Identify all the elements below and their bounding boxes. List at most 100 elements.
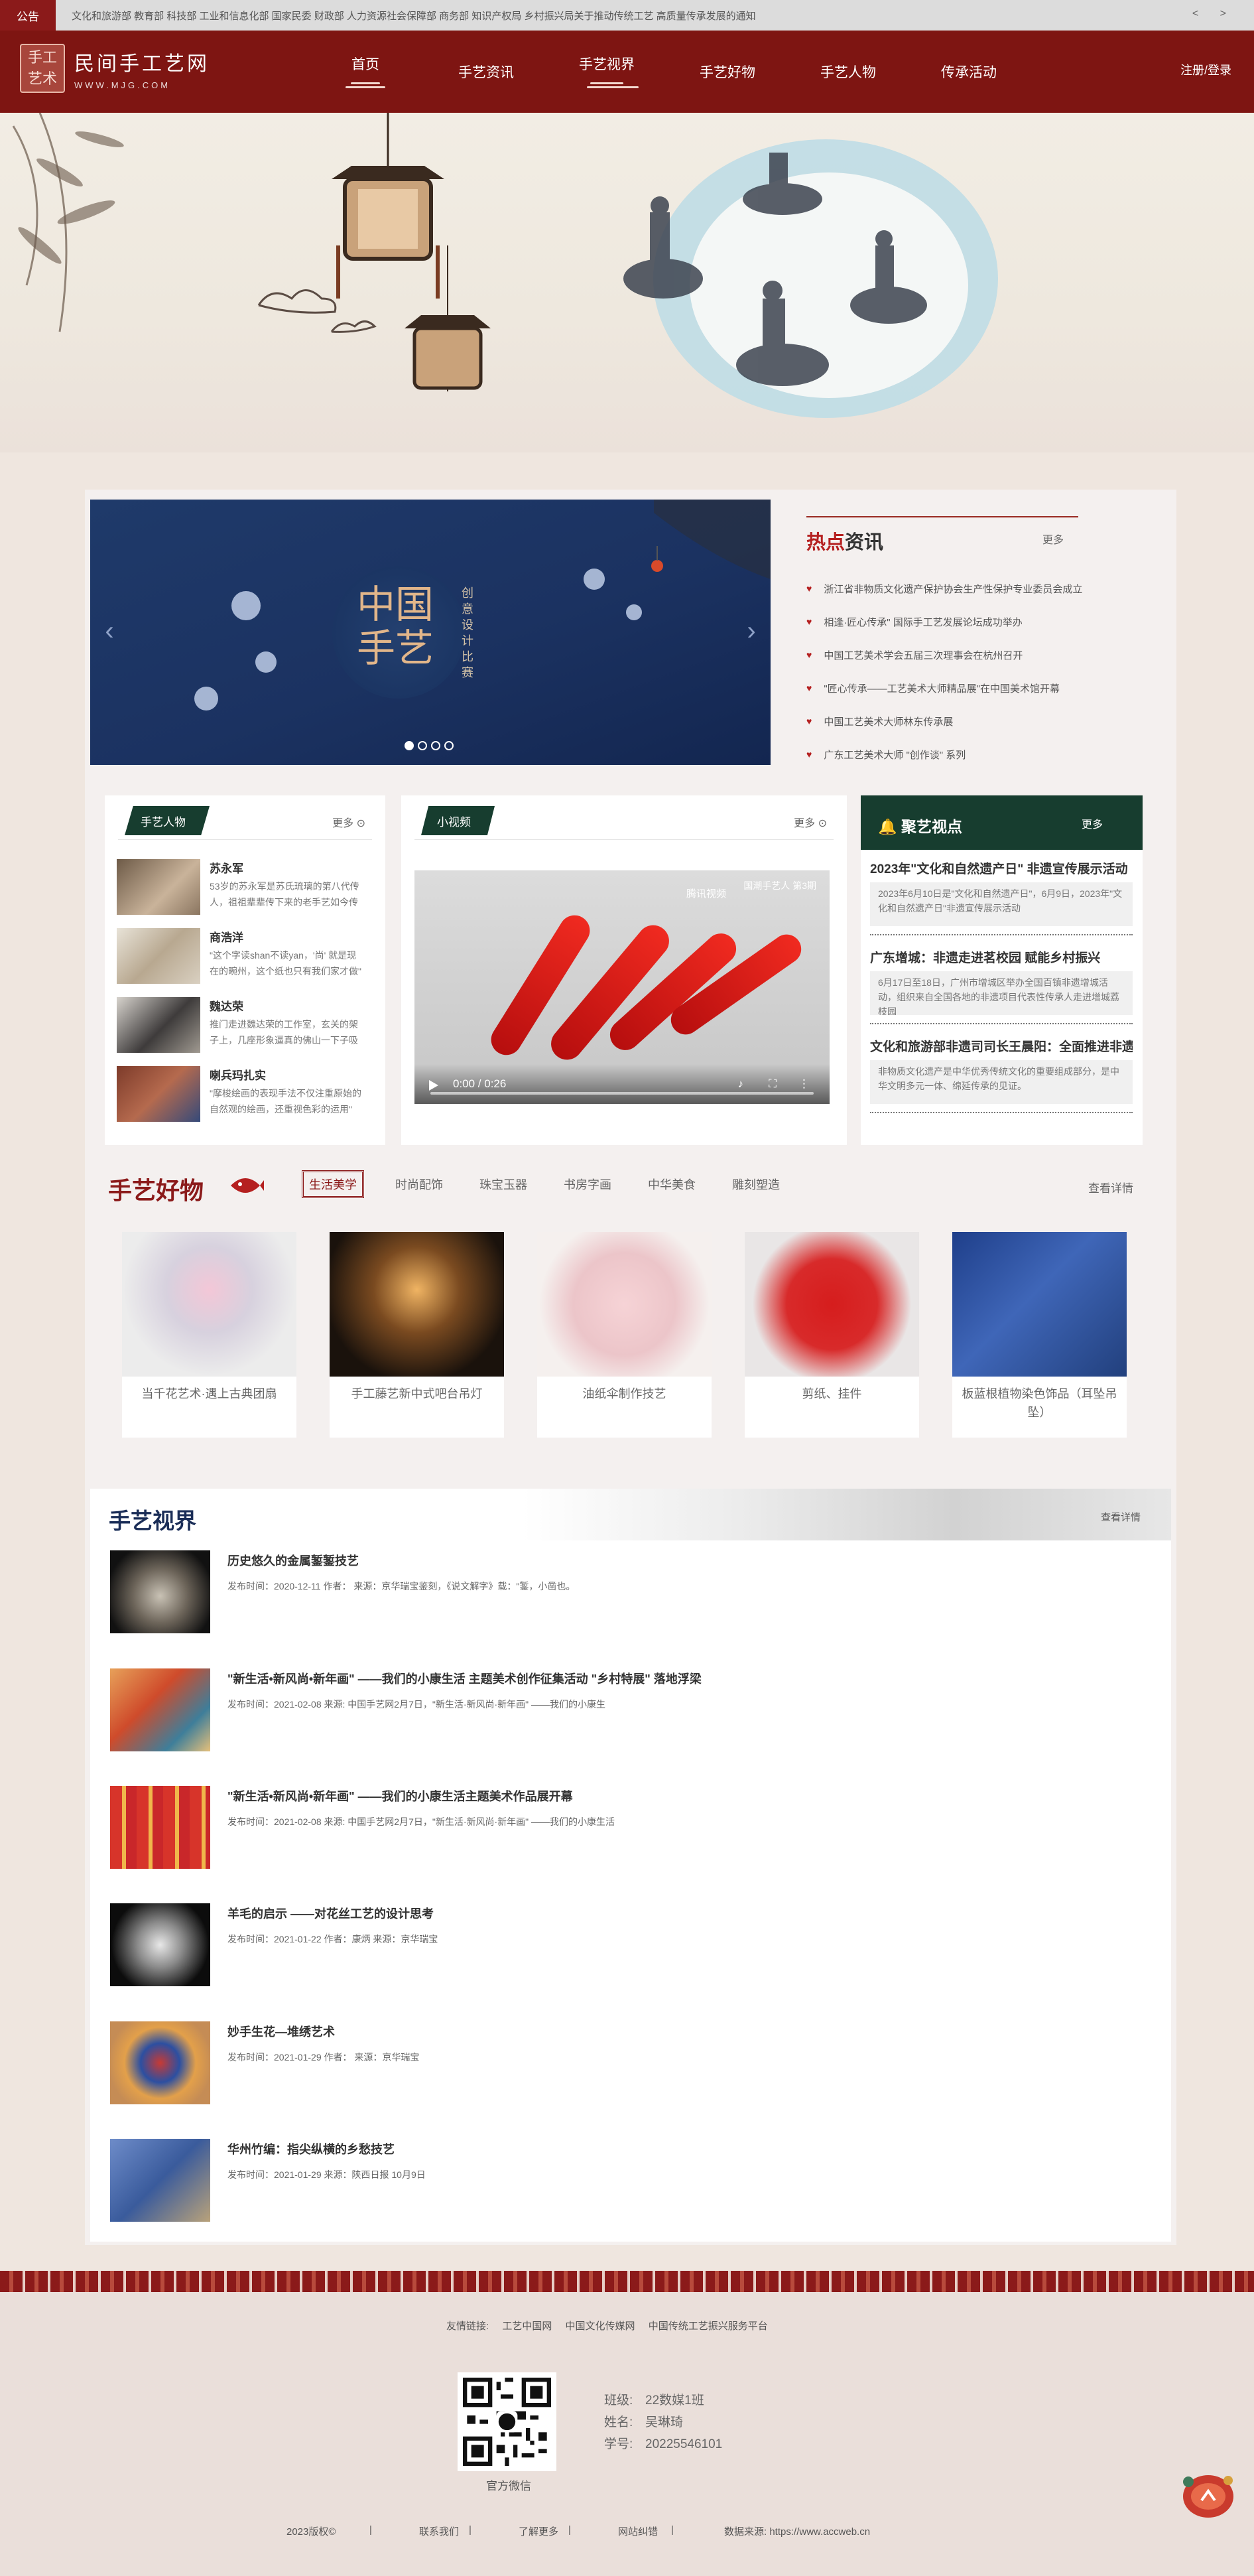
person-name: 喇兵玛扎实 — [210, 1069, 266, 1082]
vision-item[interactable]: "新生活•新风尚•新年画" ——我们的小康生活 主题美术创作征集活动 "乡村特展… — [110, 1668, 1105, 1752]
slide-dot[interactable] — [405, 741, 414, 750]
contact-link[interactable]: 联系我们 — [419, 2524, 469, 2538]
slide-dot[interactable] — [431, 741, 440, 750]
friend-links-label: 友情链接: — [446, 2321, 489, 2332]
hot-news-item[interactable]: ♥ 广东工艺美术大师 "创作谈" 系列 — [806, 738, 1111, 771]
hot-news: 热点资讯 更多 ♥ 浙江省非物质文化遗产保护协会生产性保护专业委员会成立 ♥ 相逢·… — [806, 516, 1111, 771]
back-to-top-icon[interactable] — [1179, 2467, 1237, 2522]
focus-item[interactable]: 文化和旅游部非遗司司长王晨阳：全面推进非遗保护 非物质文化遗产是中华优秀传统文化… — [870, 1037, 1133, 1113]
site-logo[interactable]: 手工 艺术 民间手工艺网 WWW.MJG.COM — [20, 44, 210, 93]
nav-item-home[interactable]: 首页 — [305, 31, 426, 113]
heart-icon: ♥ — [806, 583, 812, 594]
banner-next-icon[interactable]: › — [741, 616, 761, 649]
friend-link[interactable]: 中国传统工艺振兴服务平台 — [649, 2321, 768, 2332]
nav-item-vision[interactable]: 手艺视界 — [546, 31, 667, 113]
hot-news-item[interactable]: ♥ 中国工艺美术大师林东传承展 — [806, 705, 1111, 738]
person-item[interactable]: 魏达荣 推门走进魏达荣的工作室，玄关的架子上，几座形象逼真的佛山一下子吸引住了目… — [117, 997, 375, 1054]
goods-item[interactable]: 剪纸、挂件 — [745, 1232, 919, 1438]
heart-icon: ♥ — [806, 716, 812, 726]
heart-icon: ♥ — [806, 616, 812, 627]
goods-item[interactable]: 当千花艺术·遇上古典团扇 — [122, 1232, 296, 1438]
vision-item[interactable]: "新生活•新风尚•新年画" ——我们的小康生活主题美术作品展开幕 发布时间：20… — [110, 1786, 1105, 1869]
banner-slider[interactable]: 中国手艺 创意设计比赛 ‹ › — [90, 500, 771, 765]
people-card: 手艺人物 更多 ⊙ 苏永军 53岁的苏永军是苏氏琉璃的第八代传人，祖祖辈辈传下来… — [105, 795, 385, 1145]
fullscreen-icon[interactable]: ⛶ — [769, 1077, 777, 1091]
data-source[interactable]: 数据来源: https://www.accweb.cn — [724, 2524, 870, 2538]
person-item[interactable]: 商浩洋 "这个字读shan不读yan，'尚' 就是现在的畹州，这个纸也只有我们家… — [117, 928, 375, 985]
nav-item-events[interactable]: 传承活动 — [909, 31, 1029, 113]
focus-item-title: 广东增城：非遗走进茗校园 赋能乡村振兴 — [870, 951, 1101, 965]
video-progress[interactable] — [430, 1092, 814, 1095]
goods-item[interactable]: 板蓝根植物染色饰品（耳坠吊坠） — [952, 1232, 1127, 1438]
banner-dots — [405, 741, 454, 750]
vision-section: 手艺视界 查看详情 历史悠久的金属錾錾技艺 发布时间：2020-12-11 作者… — [90, 1489, 1171, 2242]
focus-more[interactable]: 更多 — [1082, 815, 1103, 831]
hot-news-item[interactable]: ♥ "匠心传承——工艺美术大师精品展"在中国美术馆开幕 — [806, 671, 1111, 705]
person-photo — [117, 1066, 200, 1122]
slide-dot[interactable] — [444, 741, 454, 750]
video-watermark: 国潮手艺人 第3期 — [743, 880, 816, 891]
vision-image — [110, 2021, 210, 2104]
person-item[interactable]: 喇兵玛扎实 "摩梭绘画的表现手法不仅注重原始的自然观的绘画，还重视色彩的运用" — [117, 1066, 375, 1123]
tab-jewelry[interactable]: 珠宝玉器 — [474, 1170, 533, 1198]
vision-item-title: 妙手生花—堆绣艺术 — [227, 2025, 335, 2039]
nav-item-goods[interactable]: 手艺好物 — [667, 31, 788, 113]
goods-item[interactable]: 手工藤艺新中式吧台吊灯 — [330, 1232, 504, 1438]
friend-link[interactable]: 工艺中国网 — [502, 2321, 552, 2332]
vision-item[interactable]: 历史悠久的金属錾錾技艺 发布时间：2020-12-11 作者： 来源：京华瑞宝鉴… — [110, 1550, 1105, 1634]
more-options-icon[interactable]: ⋮ — [798, 1077, 810, 1091]
hot-news-item[interactable]: ♥ 相逢·匠心传承" 国际手工艺发展论坛成功举办 — [806, 605, 1111, 638]
vision-item[interactable]: 羊毛的启示 ——对花丝工艺的设计思考 发布时间：2021-01-22 作者：康炳… — [110, 1903, 1105, 1987]
person-name: 苏永军 — [210, 862, 243, 875]
vision-item[interactable]: 妙手生花—堆绣艺术 发布时间：2021-01-29 作者： 来源：京华瑞宝 — [110, 2021, 1105, 2105]
video-more[interactable]: 更多 ⊙ — [794, 814, 827, 830]
hero-illustration — [0, 113, 1254, 452]
hot-news-item[interactable]: ♥ 浙江省非物质文化遗产保护协会生产性保护专业委员会成立 — [806, 572, 1111, 605]
person-item[interactable]: 苏永军 53岁的苏永军是苏氏琉璃的第八代传人，祖祖辈辈传下来的老手艺如今传承到他… — [117, 859, 375, 916]
goods-image — [537, 1232, 712, 1377]
tab-calligraphy[interactable]: 书房字画 — [558, 1170, 617, 1198]
slide-dot[interactable] — [418, 741, 427, 750]
goods-caption: 当千花艺术·遇上古典团扇 — [141, 1387, 277, 1400]
wechat-qr-code — [458, 2372, 556, 2471]
hot-news-item[interactable]: ♥ 中国工艺美术学会五届三次理事会在杭州召开 — [806, 638, 1111, 671]
focus-item[interactable]: 广东增城：非遗走进茗校园 赋能乡村振兴 6月17日至18日，广州市增城区举办全国… — [870, 948, 1133, 1024]
vision-image — [110, 1786, 210, 1869]
vision-item[interactable]: 华州竹编：指尖纵横的乡愁技艺 发布时间：2021-01-29 来源：陕西日报 1… — [110, 2139, 1105, 2222]
hot-news-more[interactable]: 更多 — [1042, 531, 1064, 547]
notice-text[interactable]: 文化和旅游部 教育部 科技部 工业和信息化部 国家民委 财政部 人力资源社会保障… — [72, 9, 756, 23]
goods-item[interactable]: 油纸伞制作技艺 — [537, 1232, 712, 1438]
copyright: 2023版权© — [286, 2526, 336, 2538]
goods-more[interactable]: 查看详情 — [1088, 1179, 1133, 1195]
tab-life[interactable]: 生活美学 — [302, 1170, 364, 1198]
focus-item-desc: 非物质文化遗产是中华优秀传统文化的重要组成部分，是中华文明多元一体、绵延传承的见… — [870, 1060, 1133, 1104]
video-player[interactable]: 腾讯视频 国潮手艺人 第3期 0:00 / 0:26 ♪ ⛶ ⋮ — [414, 870, 830, 1104]
play-icon[interactable] — [429, 1080, 438, 1091]
vision-item-title: 华州竹编：指尖纵横的乡愁技艺 — [227, 2143, 395, 2156]
nav-item-people[interactable]: 手艺人物 — [788, 31, 909, 113]
vision-item-meta: 发布时间：2021-01-29 来源：陕西日报 10月9日 — [227, 2169, 426, 2180]
volume-icon[interactable]: ♪ — [738, 1077, 744, 1091]
learn-more-link[interactable]: 了解更多 — [519, 2524, 568, 2538]
login-link[interactable]: 注册/登录 — [1180, 61, 1231, 78]
notice-arrows[interactable]: < > — [1192, 8, 1235, 20]
focus-item[interactable]: 2023年"文化和自然遗产日" 非遗宣传展示活动 2023年6月10日是"文化和… — [870, 859, 1133, 935]
logo-name: 民间手工艺网 — [74, 52, 210, 76]
vision-more[interactable]: 查看详情 — [1101, 1510, 1141, 1524]
nav-item-news[interactable]: 手艺资讯 — [426, 31, 546, 113]
tab-food[interactable]: 中华美食 — [643, 1170, 701, 1198]
friend-links: 友情链接: 工艺中国网 中国文化传媒网 中国传统工艺振兴服务平台 — [446, 2319, 779, 2333]
heart-icon: ♥ — [806, 749, 812, 760]
banner-prev-icon[interactable]: ‹ — [99, 616, 119, 649]
video-time: 0:00 / 0:26 — [453, 1077, 507, 1090]
people-more[interactable]: 更多 ⊙ — [332, 814, 365, 830]
goods-caption: 板蓝根植物染色饰品（耳坠吊坠） — [962, 1387, 1117, 1419]
goods-image — [330, 1232, 504, 1377]
hot-news-title: 热点资讯 — [806, 532, 884, 553]
tab-fashion[interactable]: 时尚配饰 — [390, 1170, 448, 1198]
friend-link[interactable]: 中国文化传媒网 — [566, 2321, 635, 2332]
cloud-wave-icon — [345, 80, 385, 90]
tab-carving[interactable]: 雕刻塑造 — [727, 1170, 785, 1198]
report-error-link[interactable]: 网站纠错 — [618, 2524, 671, 2538]
qr-code-icon — [463, 2378, 551, 2466]
